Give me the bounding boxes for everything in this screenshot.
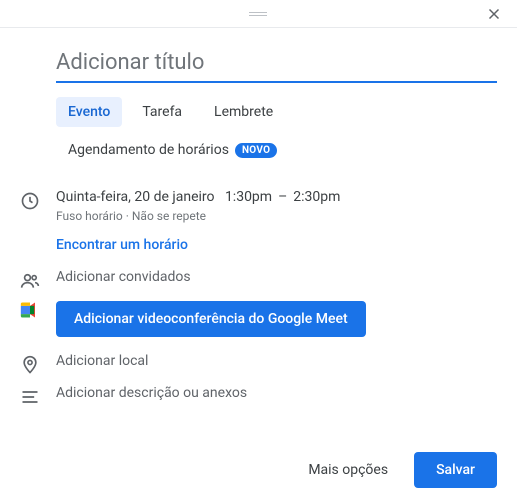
guests-field[interactable]: Adicionar convidados — [56, 269, 191, 285]
clock-icon — [20, 191, 40, 211]
timezone-label: Fuso horário — [56, 209, 123, 223]
drag-handle[interactable] — [249, 9, 269, 19]
find-time-link[interactable]: Encontrar um horário — [56, 237, 340, 253]
more-options-button[interactable]: Mais opções — [294, 452, 402, 488]
description-icon — [20, 387, 40, 407]
people-icon — [20, 271, 40, 291]
time-separator: – — [278, 189, 287, 205]
meet-icon — [20, 301, 40, 319]
location-field[interactable]: Adicionar local — [56, 353, 148, 369]
tab-scheduling[interactable]: Agendamento de horários NOVO — [56, 135, 289, 165]
description-field[interactable]: Adicionar descrição ou anexos — [56, 385, 247, 401]
timezone-recurrence[interactable]: Fuso horário · Não se repete — [56, 209, 340, 223]
tab-scheduling-label: Agendamento de horários — [68, 142, 229, 158]
location-icon — [20, 355, 40, 375]
tab-event[interactable]: Evento — [56, 97, 122, 127]
tab-reminder[interactable]: Lembrete — [202, 97, 285, 127]
save-button[interactable]: Salvar — [414, 452, 497, 488]
date-time-line[interactable]: Quinta-feira, 20 de janeiro 1:30pm–2:30p… — [56, 189, 340, 205]
new-badge: NOVO — [235, 143, 277, 158]
close-icon — [485, 5, 503, 23]
start-time: 1:30pm — [225, 189, 272, 205]
recurrence-label: Não se repete — [132, 209, 206, 223]
add-meet-button[interactable]: Adicionar videoconferência do Google Mee… — [56, 301, 366, 337]
close-button[interactable] — [481, 1, 507, 27]
tab-task[interactable]: Tarefa — [130, 97, 194, 127]
end-time: 2:30pm — [293, 189, 340, 205]
event-date: Quinta-feira, 20 de janeiro — [56, 189, 215, 205]
title-input[interactable] — [56, 44, 497, 83]
